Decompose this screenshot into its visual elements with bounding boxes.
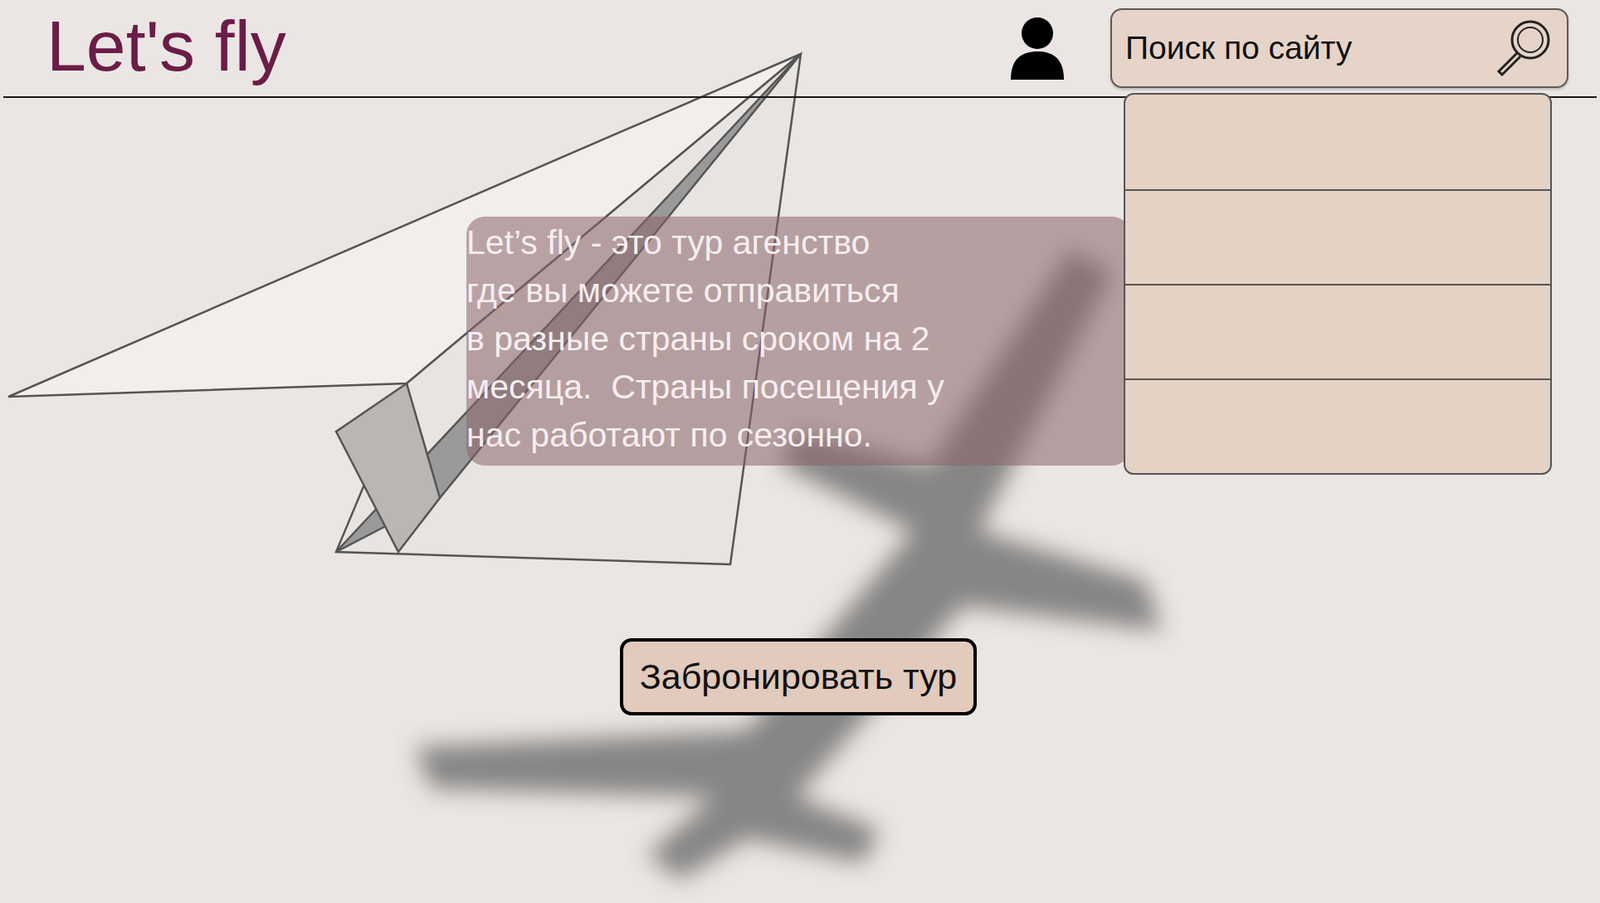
suggestion-row[interactable] [1125,94,1551,190]
intro-line: в разные страны сроком на 2 [466,314,1122,363]
book-button[interactable]: Забронировать тур [619,638,977,716]
header: Let's fly Поиск по сайту [3,0,1597,98]
suggestion-row[interactable] [1125,189,1551,284]
suggestion-row[interactable] [1125,283,1551,379]
magnifier-icon[interactable] [1492,16,1556,80]
suggestion-row[interactable] [1125,378,1551,474]
search-field[interactable]: Поиск по сайту [1110,8,1569,88]
user-icon[interactable] [1009,16,1066,80]
intro-line: где вы можете отправиться [466,266,1122,315]
intro-line: нас работают по сезонно. [466,410,1122,459]
intro-line: месяца. Страны посещения у [466,362,1122,411]
search: Поиск по сайту [1110,8,1569,88]
search-placeholder: Поиск по сайту [1125,29,1493,67]
search-suggestions [1123,92,1552,475]
logo[interactable]: Let's fly [46,9,287,87]
intro-box: Let’s fly - это тур агенствогде вы может… [466,216,1131,466]
page: Let's fly Поиск по сайту Let’s fly - это т… [0,0,1600,903]
intro-line: Let’s fly - это тур агенство [466,218,1122,267]
